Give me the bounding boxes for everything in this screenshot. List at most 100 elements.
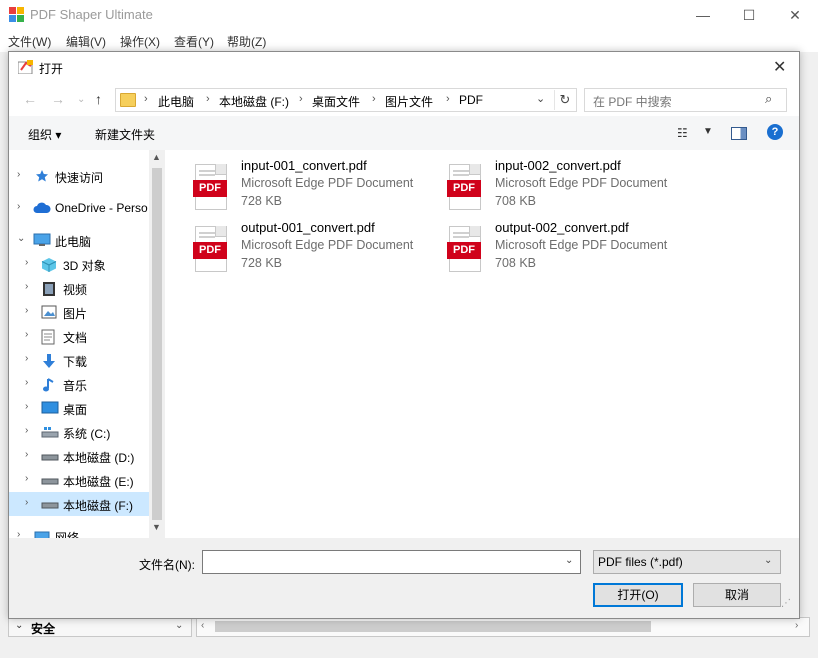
menu-help[interactable]: 帮助(Z) [227, 33, 266, 50]
horizontal-scrollbar[interactable]: ‹ › [196, 617, 810, 637]
breadcrumb-pdf[interactable]: PDF [459, 93, 483, 107]
nav-item-documents[interactable]: › 文档 [9, 324, 149, 348]
nav-item-label: 系统 (C:) [63, 427, 111, 441]
chevron-right-icon[interactable]: › [25, 305, 28, 316]
open-file-dialog: 打开 ✕ ← → ⌄ ↑ › 此电脑 › 本地磁盘 (F:) › 桌面文件 › … [8, 51, 800, 619]
file-name: input-001_convert.pdf [241, 158, 367, 173]
scroll-thumb[interactable] [152, 168, 162, 520]
chevron-right-icon[interactable]: › [25, 449, 28, 460]
nav-item-label: 网络 [55, 531, 80, 538]
nav-item-downloads[interactable]: › 下载 [9, 348, 149, 372]
recent-dropdown-icon[interactable]: ⌄ [77, 94, 85, 105]
nav-item-quick-access[interactable]: › 快速访问 [9, 164, 149, 188]
view-options-icon[interactable]: ☷ [677, 126, 688, 140]
view-dropdown-icon[interactable]: ▼ [703, 126, 713, 137]
file-item[interactable]: PDF output-002_convert.pdf Microsoft Edg… [447, 220, 697, 278]
file-item[interactable]: PDF input-002_convert.pdf Microsoft Edge… [447, 158, 697, 216]
nav-item-drive-d[interactable]: › 本地磁盘 (D:) [9, 444, 149, 468]
nav-item-videos[interactable]: › 视频 [9, 276, 149, 300]
nav-pane-scrollbar[interactable]: ▲ ▼ [149, 150, 165, 538]
chevron-right-icon[interactable]: › [25, 281, 28, 292]
breadcrumb-this-pc[interactable]: 此电脑 [158, 93, 194, 110]
chevron-right-icon[interactable]: › [17, 169, 20, 180]
nav-item-network[interactable]: › 网络 [9, 524, 149, 538]
forward-arrow-icon[interactable]: → [51, 91, 65, 107]
file-type: Microsoft Edge PDF Document [495, 238, 668, 252]
close-button[interactable]: ✕ [772, 0, 818, 30]
up-arrow-icon[interactable]: ↑ [95, 91, 102, 107]
open-button[interactable]: 打开(O) [593, 583, 683, 607]
nav-item-onedrive[interactable]: › OneDrive - Perso [9, 196, 149, 220]
dialog-title-bar: 打开 ✕ [9, 52, 799, 82]
chevron-down-icon[interactable]: ⌄ [565, 555, 573, 566]
minimize-button[interactable]: — [680, 0, 726, 30]
preview-pane-icon[interactable] [731, 127, 747, 140]
chevron-right-icon[interactable]: › [25, 329, 28, 340]
address-bar[interactable]: › 此电脑 › 本地磁盘 (F:) › 桌面文件 › 图片文件 › PDF ⌄ … [115, 88, 577, 112]
chevron-down-icon: ⌄ [175, 620, 184, 631]
breadcrumb-separator-icon[interactable]: › [372, 93, 376, 105]
menu-file[interactable]: 文件(W) [8, 33, 51, 50]
scroll-right-icon[interactable]: › [795, 620, 798, 631]
nav-item-drive-c[interactable]: › 系统 (C:) [9, 420, 149, 444]
download-icon [41, 353, 57, 368]
star-icon [35, 169, 51, 183]
file-item[interactable]: PDF output-001_convert.pdf Microsoft Edg… [193, 220, 443, 278]
dialog-close-icon[interactable]: ✕ [773, 57, 786, 77]
breadcrumb-image-files[interactable]: 图片文件 [385, 93, 433, 110]
file-item[interactable]: PDF input-001_convert.pdf Microsoft Edge… [193, 158, 443, 216]
breadcrumb-separator-icon[interactable]: › [206, 93, 210, 105]
nav-item-music[interactable]: › 音乐 [9, 372, 149, 396]
organize-button[interactable]: 组织 ▾ [28, 126, 61, 143]
scroll-up-icon[interactable]: ▲ [152, 152, 161, 162]
nav-item-this-pc[interactable]: ⌄ 此电脑 [9, 228, 149, 252]
chevron-right-icon[interactable]: › [17, 529, 20, 538]
breadcrumb-separator-icon[interactable]: › [446, 93, 450, 105]
dialog-toolbar: 组织 ▾ 新建文件夹 ☷ ▼ ? [9, 116, 799, 151]
breadcrumb-drive-f[interactable]: 本地磁盘 (F:) [219, 93, 289, 110]
nav-item-label: 本地磁盘 (D:) [63, 451, 135, 465]
breadcrumb-separator-icon[interactable]: › [144, 93, 148, 105]
navigation-pane: › 快速访问 › OneDrive - Perso ⌄ 此电脑 › 3D 对象 … [9, 150, 165, 538]
search-box[interactable]: 在 PDF 中搜索 ⌕ [584, 88, 787, 112]
nav-item-pictures[interactable]: › 图片 [9, 300, 149, 324]
nav-item-drive-f[interactable]: › 本地磁盘 (F:) [9, 492, 149, 516]
address-dropdown-icon[interactable]: ⌄ [536, 92, 545, 105]
search-input[interactable]: 在 PDF 中搜索 [593, 93, 672, 110]
refresh-icon[interactable]: ↻ [554, 90, 575, 110]
cancel-button[interactable]: 取消 [693, 583, 781, 607]
scroll-down-icon[interactable]: ▼ [152, 522, 161, 532]
menu-action[interactable]: 操作(X) [120, 33, 160, 50]
chevron-right-icon[interactable]: › [25, 257, 28, 268]
new-folder-button[interactable]: 新建文件夹 [95, 126, 155, 143]
help-icon[interactable]: ? [767, 124, 783, 140]
chevron-right-icon[interactable]: › [17, 201, 20, 212]
nav-item-desktop[interactable]: › 桌面 [9, 396, 149, 420]
nav-item-label: 文档 [63, 331, 88, 345]
filetype-select[interactable]: PDF files (*.pdf) ⌄ [593, 550, 781, 574]
chevron-right-icon[interactable]: › [25, 377, 28, 388]
breadcrumb-separator-icon[interactable]: › [299, 93, 303, 105]
chevron-right-icon[interactable]: › [25, 473, 28, 484]
scroll-left-icon[interactable]: ‹ [201, 620, 204, 631]
chevron-down-icon[interactable]: ⌄ [17, 233, 25, 244]
back-arrow-icon[interactable]: ← [23, 91, 37, 107]
resize-grip-icon[interactable]: ⋰ [781, 598, 791, 609]
nav-item-label: 下载 [63, 355, 88, 369]
drive-icon [41, 449, 59, 463]
chevron-right-icon[interactable]: › [25, 425, 28, 436]
security-section-header[interactable]: ⌄ 安全 ⌄ [8, 617, 192, 637]
app-title-bar: PDF Shaper Ultimate — ☐ ✕ [0, 0, 818, 30]
chevron-right-icon[interactable]: › [25, 401, 28, 412]
menu-edit[interactable]: 编辑(V) [66, 33, 106, 50]
nav-item-drive-e[interactable]: › 本地磁盘 (E:) [9, 468, 149, 492]
scroll-thumb[interactable] [215, 621, 651, 632]
chevron-right-icon[interactable]: › [25, 353, 28, 364]
filename-input[interactable]: ⌄ [202, 550, 581, 574]
maximize-button[interactable]: ☐ [726, 0, 772, 30]
nav-item-3d-objects[interactable]: › 3D 对象 [9, 252, 149, 276]
navigation-row: ← → ⌄ ↑ › 此电脑 › 本地磁盘 (F:) › 桌面文件 › 图片文件 … [9, 82, 799, 116]
chevron-right-icon[interactable]: › [25, 497, 28, 508]
breadcrumb-desktop-files[interactable]: 桌面文件 [312, 93, 360, 110]
menu-view[interactable]: 查看(Y) [174, 33, 214, 50]
